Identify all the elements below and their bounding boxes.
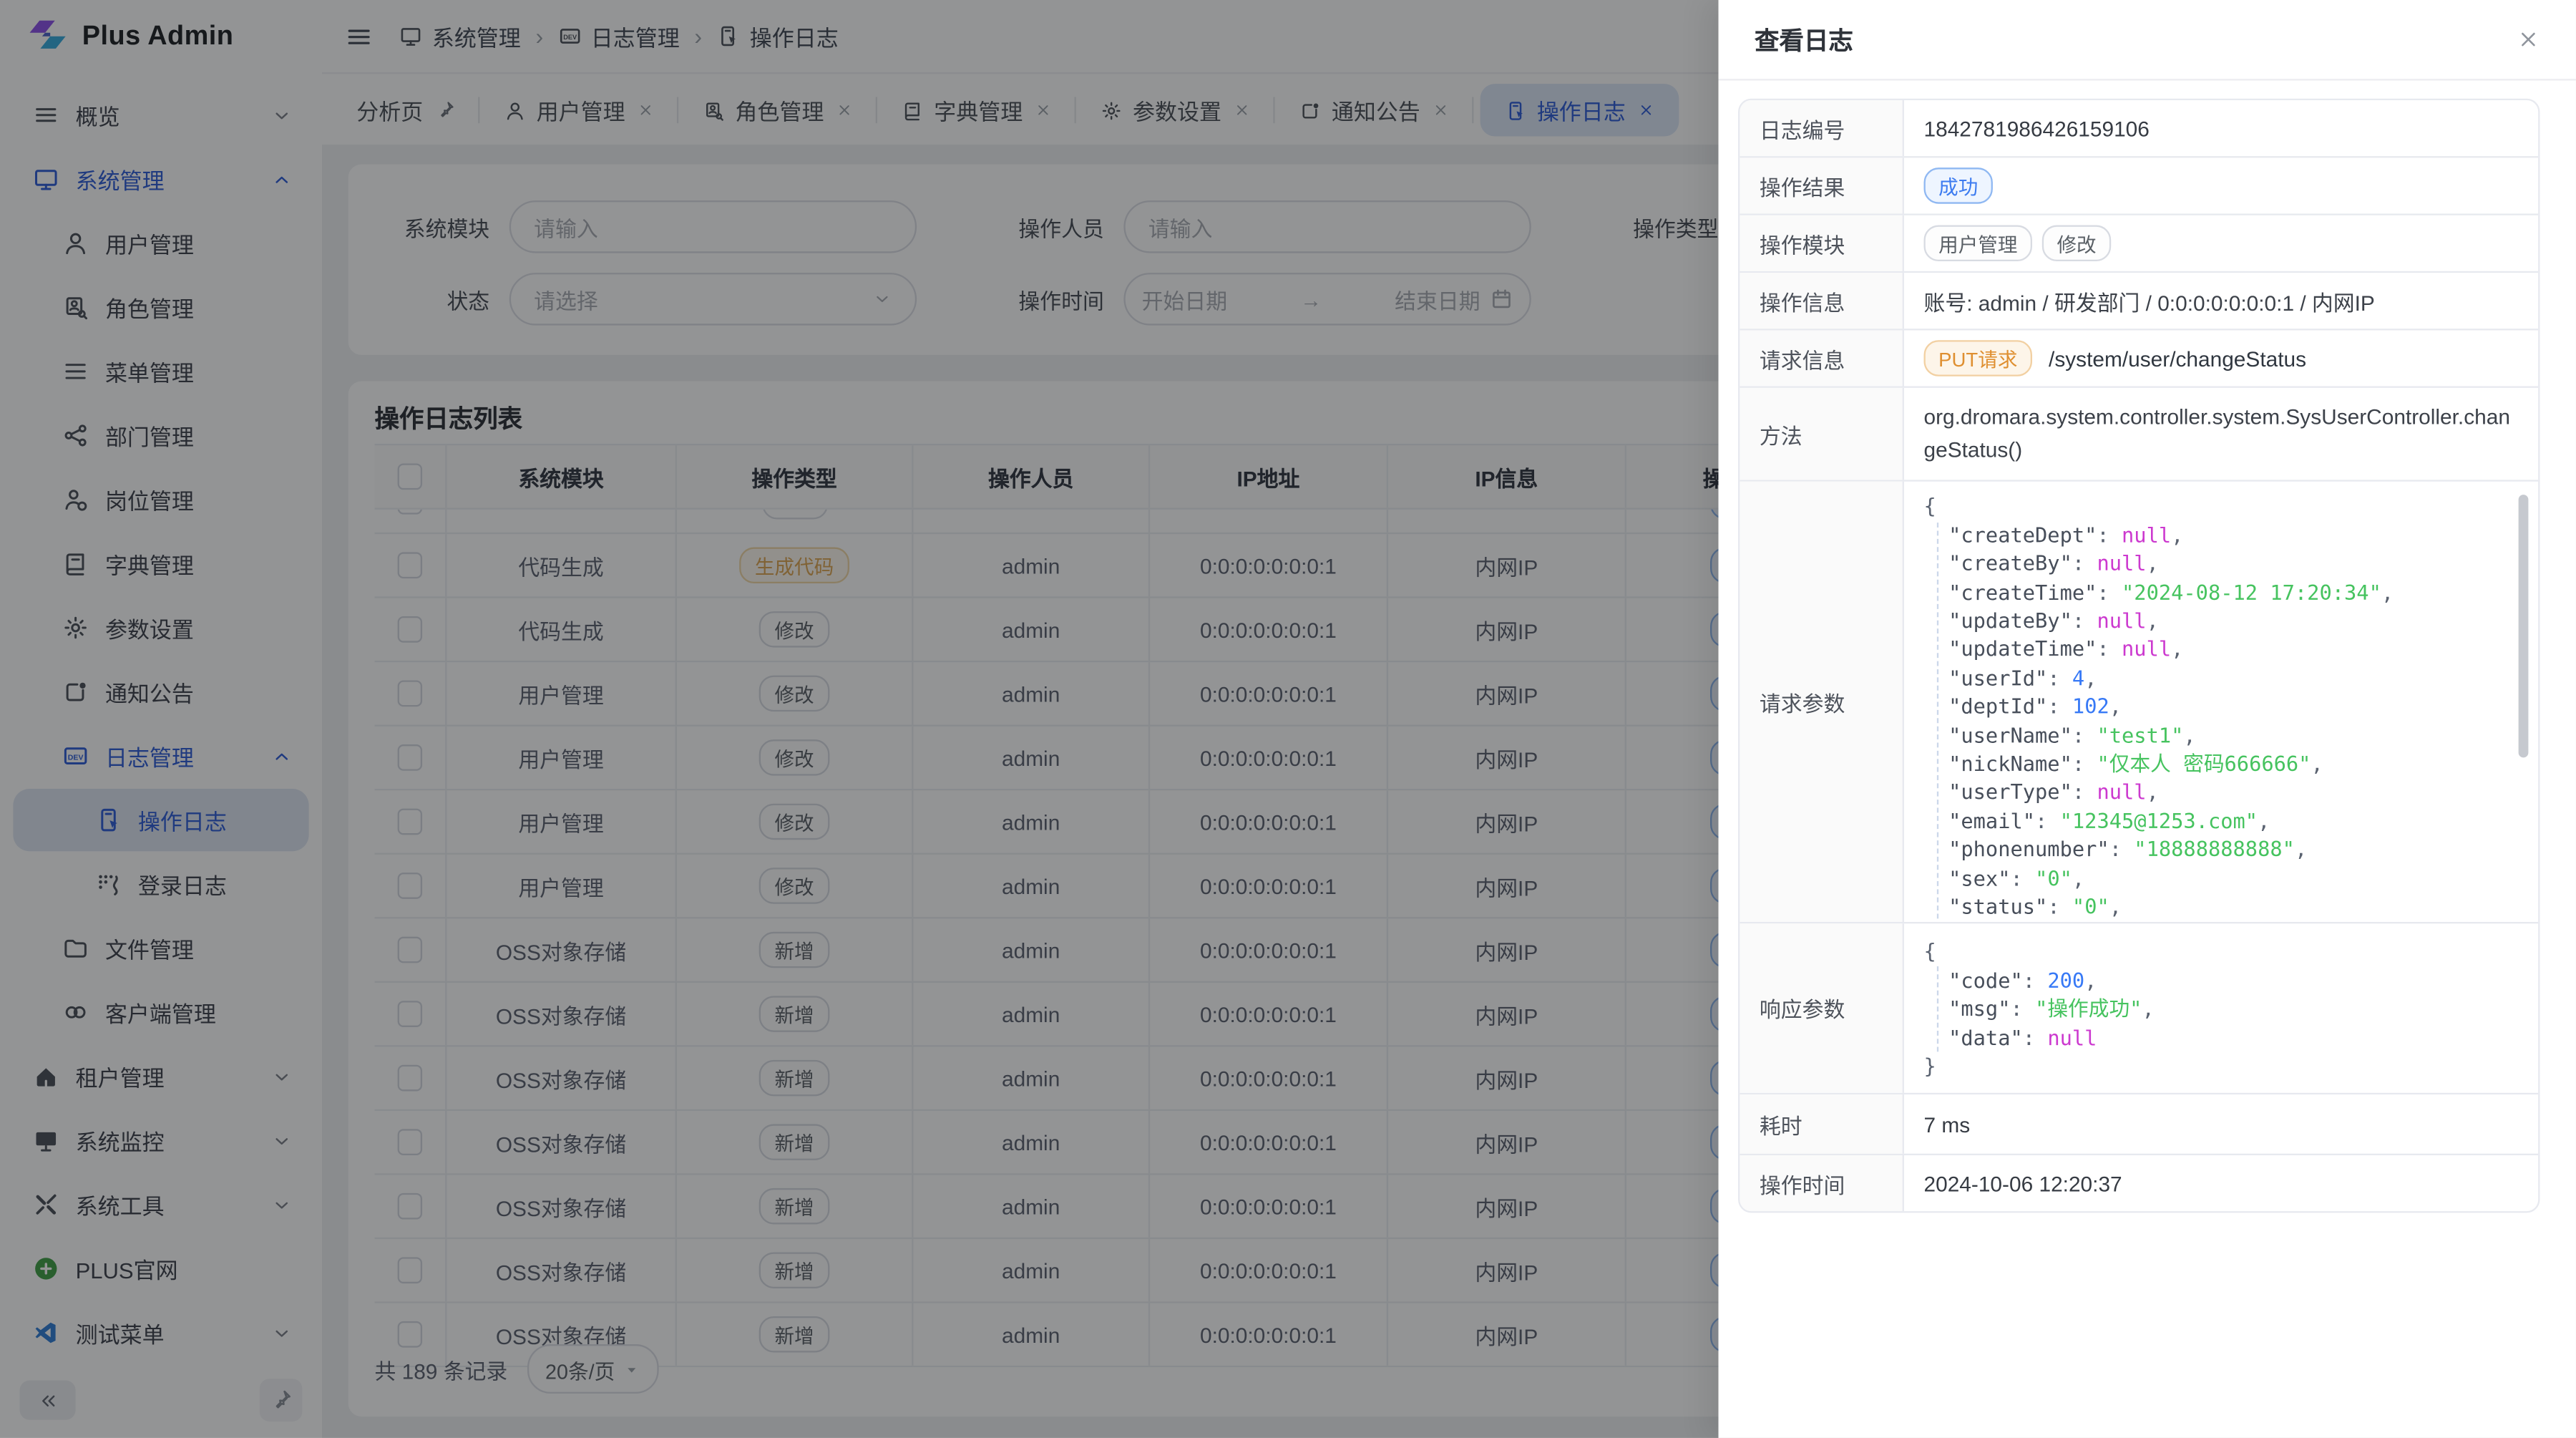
detail-label: 操作时间	[1740, 1156, 1904, 1212]
detail-label: 操作信息	[1740, 273, 1904, 329]
indent-guide	[1936, 523, 1938, 919]
detail-row-info: 操作信息 账号: admin / 研发部门 / 0:0:0:0:0:0:0:1 …	[1740, 273, 2538, 330]
close-icon[interactable]	[2517, 28, 2540, 51]
detail-label: 响应参数	[1740, 924, 1904, 1094]
detail-row-response-params: 响应参数 { "code": 200, "msg": "操作成功", "data…	[1740, 924, 2538, 1095]
detail-value-method: org.dromara.system.controller.system.Sys…	[1904, 388, 2538, 480]
module-tag: 修改	[2042, 225, 2111, 262]
detail-row-result: 操作结果 成功	[1740, 157, 2538, 215]
detail-value-time: 2024-10-06 12:20:37	[1904, 1156, 2538, 1212]
detail-row-method: 方法 org.dromara.system.controller.system.…	[1740, 388, 2538, 482]
detail-label: 请求参数	[1740, 482, 1904, 922]
detail-label: 日志编号	[1740, 100, 1904, 156]
detail-label: 耗时	[1740, 1095, 1904, 1155]
detail-row-time: 操作时间 2024-10-06 12:20:37	[1740, 1156, 2538, 1212]
detail-row-log-id: 日志编号 1842781986426159106	[1740, 100, 2538, 157]
drawer-header: 查看日志	[1719, 0, 2576, 80]
app-window: Plus Admin 概览 系统管理 用户管理	[0, 0, 2576, 1438]
detail-label: 操作结果	[1740, 157, 1904, 213]
log-detail-table: 日志编号 1842781986426159106 操作结果 成功 操作模块 用户…	[1738, 99, 2540, 1213]
http-method-tag: PUT请求	[1923, 340, 2032, 376]
detail-row-request: 请求信息 PUT请求 /system/user/changeStatus	[1740, 330, 2538, 387]
code-scrollbar[interactable]	[2519, 495, 2529, 758]
result-tag: 成功	[1923, 167, 1992, 204]
detail-row-duration: 耗时 7 ms	[1740, 1095, 2538, 1156]
detail-label: 方法	[1740, 388, 1904, 480]
detail-value-duration: 7 ms	[1904, 1095, 2538, 1155]
detail-label: 操作模块	[1740, 215, 1904, 271]
drawer-title: 查看日志	[1755, 22, 1853, 57]
module-tag: 用户管理	[1923, 225, 2032, 262]
detail-value-log-id: 1842781986426159106	[1904, 100, 2538, 156]
view-log-drawer: 查看日志 日志编号 1842781986426159106 操作结果 成功 操作…	[1719, 0, 2576, 1438]
request-url: /system/user/changeStatus	[2049, 346, 2306, 370]
detail-label: 请求信息	[1740, 330, 1904, 386]
detail-row-request-params: 请求参数 { "createDept": null, "createBy": n…	[1740, 482, 2538, 924]
detail-row-module: 操作模块 用户管理修改	[1740, 215, 2538, 273]
request-params-code: { "createDept": null, "createBy": null, …	[1904, 482, 2538, 922]
response-params-code: { "code": 200, "msg": "操作成功", "data": nu…	[1904, 924, 2538, 1094]
indent-guide	[1936, 967, 1938, 1052]
detail-value-info: 账号: admin / 研发部门 / 0:0:0:0:0:0:0:1 / 内网I…	[1904, 273, 2538, 329]
